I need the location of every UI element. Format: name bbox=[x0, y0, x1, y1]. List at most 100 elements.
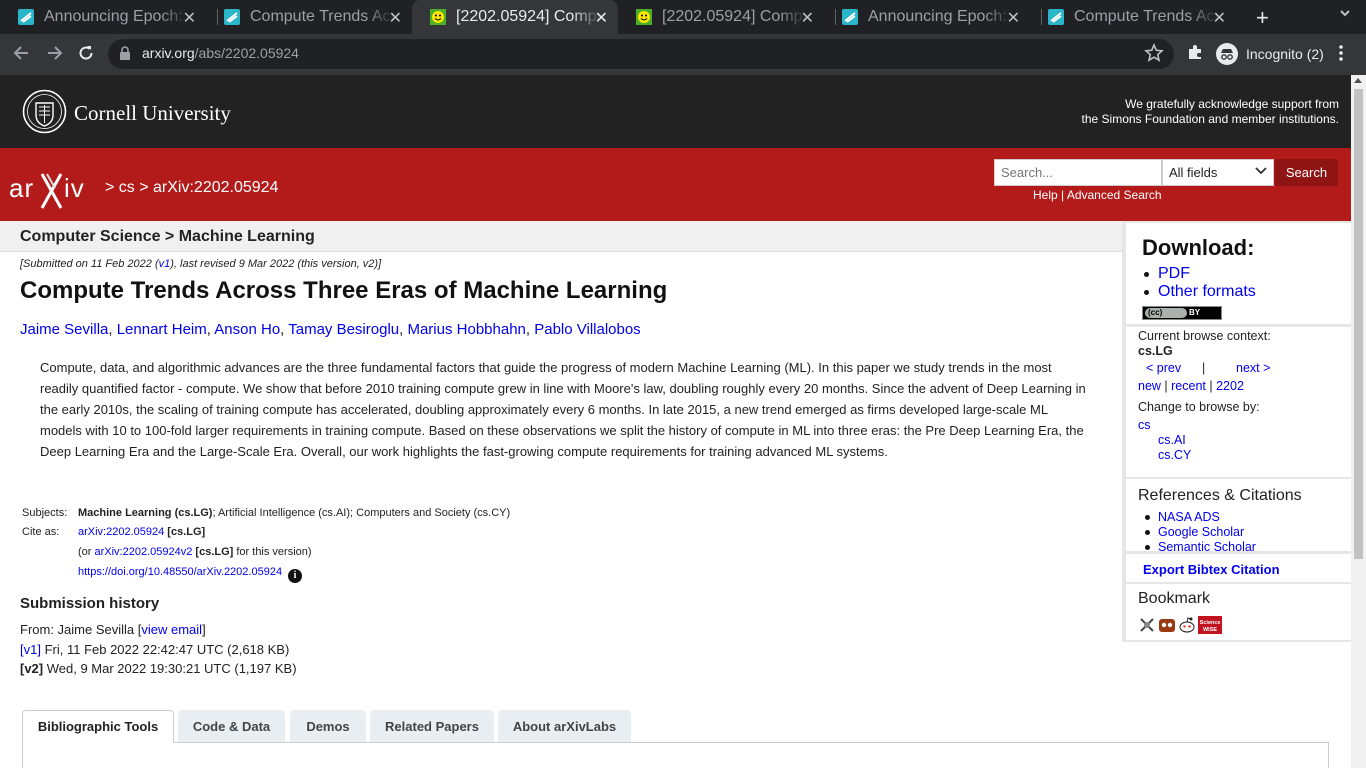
author-link[interactable]: Pablo Villalobos bbox=[534, 321, 640, 338]
page-scrollbar[interactable] bbox=[1351, 75, 1366, 768]
tab-title: Announcing Epoch: A bbox=[868, 8, 1013, 25]
ack-line-1: We gratefully acknowledge support from bbox=[1125, 97, 1339, 111]
browser-tab[interactable]: Compute Trends Acro ✕ bbox=[206, 0, 412, 34]
browser-tab-active[interactable]: [2202.05924] Compu ✕ bbox=[412, 0, 618, 34]
browser-tab[interactable]: Announcing Epoch: A ✕ bbox=[824, 0, 1030, 34]
browser-tab[interactable]: Compute Trends Acro ✕ bbox=[1030, 0, 1236, 34]
doi-link[interactable]: https://doi.org/10.48550/arXiv.2202.0592… bbox=[78, 566, 282, 578]
sciencewise-icon[interactable]: ScienceWISE bbox=[1198, 616, 1222, 634]
mendeley-icon[interactable] bbox=[1158, 616, 1176, 634]
abstract-text: Compute, data, and algorithmic advances … bbox=[40, 360, 1086, 459]
subject-header-title: Computer Science > Machine Learning bbox=[20, 228, 315, 245]
tab-close-icon[interactable]: ✕ bbox=[801, 8, 814, 28]
secondary-subjects: ; Artificial Intelligence (cs.AI); Compu… bbox=[212, 507, 511, 519]
epoch-favicon-icon bbox=[842, 9, 858, 25]
cornell-seal-icon[interactable] bbox=[22, 89, 67, 134]
scroll-up-arrow-icon[interactable] bbox=[1354, 78, 1362, 83]
tab-close-icon[interactable]: ✕ bbox=[389, 8, 402, 28]
author-link[interactable]: Tamay Besiroglu bbox=[288, 321, 399, 338]
browse-cs-link[interactable]: cs bbox=[1138, 418, 1151, 432]
tab-title: [2202.05924] Compu bbox=[662, 8, 807, 25]
v1-date: Fri, 11 Feb 2022 22:42:47 UTC (2,618 KB) bbox=[40, 641, 290, 657]
browse-cs-ai-link[interactable]: cs.AI bbox=[1158, 433, 1186, 447]
export-bibtex-link[interactable]: Export Bibtex Citation bbox=[1143, 562, 1280, 577]
advanced-search-link[interactable]: Advanced Search bbox=[1067, 188, 1162, 202]
author-link[interactable]: Lennart Heim bbox=[117, 321, 207, 338]
incognito-icon bbox=[1216, 43, 1238, 65]
tab-bibliographic-tools[interactable]: Bibliographic Tools bbox=[22, 710, 174, 743]
prev-link[interactable]: < prev bbox=[1146, 361, 1181, 375]
bookmark-box: Bookmark Science WISE bbox=[1126, 584, 1351, 640]
extensions-puzzle-icon[interactable] bbox=[1186, 43, 1204, 61]
by-label: BY bbox=[1189, 308, 1201, 317]
browser-tab-strip: Announcing Epoch: A ✕ Compute Trends Acr… bbox=[0, 0, 1366, 34]
next-link[interactable]: next > bbox=[1236, 361, 1270, 375]
back-arrow-icon[interactable] bbox=[12, 43, 32, 63]
pdf-link[interactable]: PDF bbox=[1144, 265, 1190, 283]
incognito-profile-button[interactable]: Incognito (2) bbox=[1212, 39, 1334, 69]
search-input[interactable] bbox=[994, 159, 1162, 186]
bookmark-star-icon[interactable] bbox=[1144, 42, 1164, 64]
v2-date: Wed, 9 Mar 2022 19:30:21 UTC (1,197 KB) bbox=[43, 661, 297, 676]
subject-header: Computer Science > Machine Learning bbox=[0, 221, 1122, 252]
address-bar[interactable]: arxiv.org/abs/2202.05924 bbox=[108, 39, 1174, 69]
tab-close-icon[interactable]: ✕ bbox=[1213, 8, 1226, 28]
bookmark-heading: Bookmark bbox=[1138, 590, 1211, 607]
tab-close-icon[interactable]: ✕ bbox=[183, 8, 196, 28]
arxiv-smiley-favicon-icon bbox=[430, 9, 446, 25]
history-from-row: From: Jaime Sevilla [view email] bbox=[20, 620, 297, 640]
context-value: cs.LG bbox=[1138, 344, 1173, 358]
cite-v2-link[interactable]: arXiv:2202.05924v2 bbox=[95, 546, 193, 558]
references-box: References & Citations NASA ADS Google S… bbox=[1126, 479, 1351, 554]
browser-menu-icon[interactable] bbox=[1338, 43, 1344, 63]
arxiv-logo-icon[interactable]: ar iv bbox=[9, 170, 101, 210]
tab-title: [2202.05924] Compu bbox=[456, 8, 601, 25]
forward-arrow-icon[interactable] bbox=[44, 43, 64, 63]
nasa-ads-link[interactable]: NASA ADS bbox=[1145, 510, 1220, 524]
view-email-link[interactable]: view email bbox=[141, 622, 202, 637]
tab-code-data[interactable]: Code & Data bbox=[178, 710, 285, 742]
new-link[interactable]: new bbox=[1138, 379, 1161, 393]
year-link[interactable]: 2202 bbox=[1216, 379, 1244, 393]
bibsonomy-icon[interactable] bbox=[1138, 616, 1156, 634]
new-tab-icon[interactable]: + bbox=[1256, 5, 1269, 31]
browser-tab[interactable]: Announcing Epoch: A ✕ bbox=[0, 0, 206, 34]
semantic-scholar-link[interactable]: Semantic Scholar bbox=[1145, 540, 1256, 554]
tab-demos[interactable]: Demos bbox=[290, 710, 366, 742]
breadcrumb[interactable]: > cs > arXiv:2202.05924 bbox=[105, 179, 278, 197]
reddit-icon[interactable] bbox=[1178, 616, 1196, 634]
tab-close-icon[interactable]: ✕ bbox=[1007, 8, 1020, 28]
v1-history-link[interactable]: [v1] bbox=[20, 642, 41, 657]
tab-search-chevron-icon[interactable] bbox=[1338, 6, 1352, 20]
search-field-value: All fields bbox=[1169, 165, 1218, 180]
google-scholar-link[interactable]: Google Scholar bbox=[1144, 525, 1244, 539]
search-button[interactable]: Search bbox=[1275, 159, 1338, 186]
cite-arxiv-link[interactable]: arXiv:2202.05924 bbox=[78, 526, 164, 538]
author-link[interactable]: Anson Ho bbox=[214, 321, 280, 338]
other-formats-link[interactable]: Other formats bbox=[1144, 283, 1256, 301]
recent-link[interactable]: recent bbox=[1171, 379, 1206, 393]
browse-cs-cy-link[interactable]: cs.CY bbox=[1158, 448, 1191, 462]
doi-value: https://doi.org/10.48550/arXiv.2202.0592… bbox=[78, 566, 303, 583]
reload-icon[interactable] bbox=[76, 43, 96, 63]
author-separator: , bbox=[525, 321, 535, 338]
scrollbar-thumb[interactable] bbox=[1354, 89, 1363, 559]
submission-dates: [Submitted on 11 Feb 2022 (v1), last rev… bbox=[20, 258, 381, 270]
info-icon[interactable]: i bbox=[288, 569, 303, 583]
tab-related-papers[interactable]: Related Papers bbox=[370, 710, 494, 742]
url-path: /abs/2202.05924 bbox=[194, 45, 299, 61]
help-link[interactable]: Help bbox=[1033, 188, 1058, 202]
tab-about-arxivlabs[interactable]: About arXivLabs bbox=[498, 710, 631, 742]
author-link[interactable]: Jaime Sevilla bbox=[20, 321, 108, 338]
from-text: From: Jaime Sevilla [ bbox=[20, 622, 142, 637]
tab-close-icon[interactable]: ✕ bbox=[595, 8, 608, 28]
cornell-university-name[interactable]: Cornell University bbox=[74, 101, 231, 126]
svg-text:Science: Science bbox=[1200, 620, 1221, 626]
search-field-select[interactable]: All fields bbox=[1162, 159, 1274, 186]
chevron-down-icon bbox=[1255, 167, 1267, 175]
author-link[interactable]: Marius Hobbhahn bbox=[407, 321, 525, 338]
browser-tab[interactable]: [2202.05924] Compu ✕ bbox=[618, 0, 824, 34]
v1-link[interactable]: v1 bbox=[159, 258, 171, 270]
cc-by-license-badge[interactable]: (cc) BY bbox=[1142, 306, 1222, 320]
subjects-label: Subjects: bbox=[22, 507, 68, 519]
